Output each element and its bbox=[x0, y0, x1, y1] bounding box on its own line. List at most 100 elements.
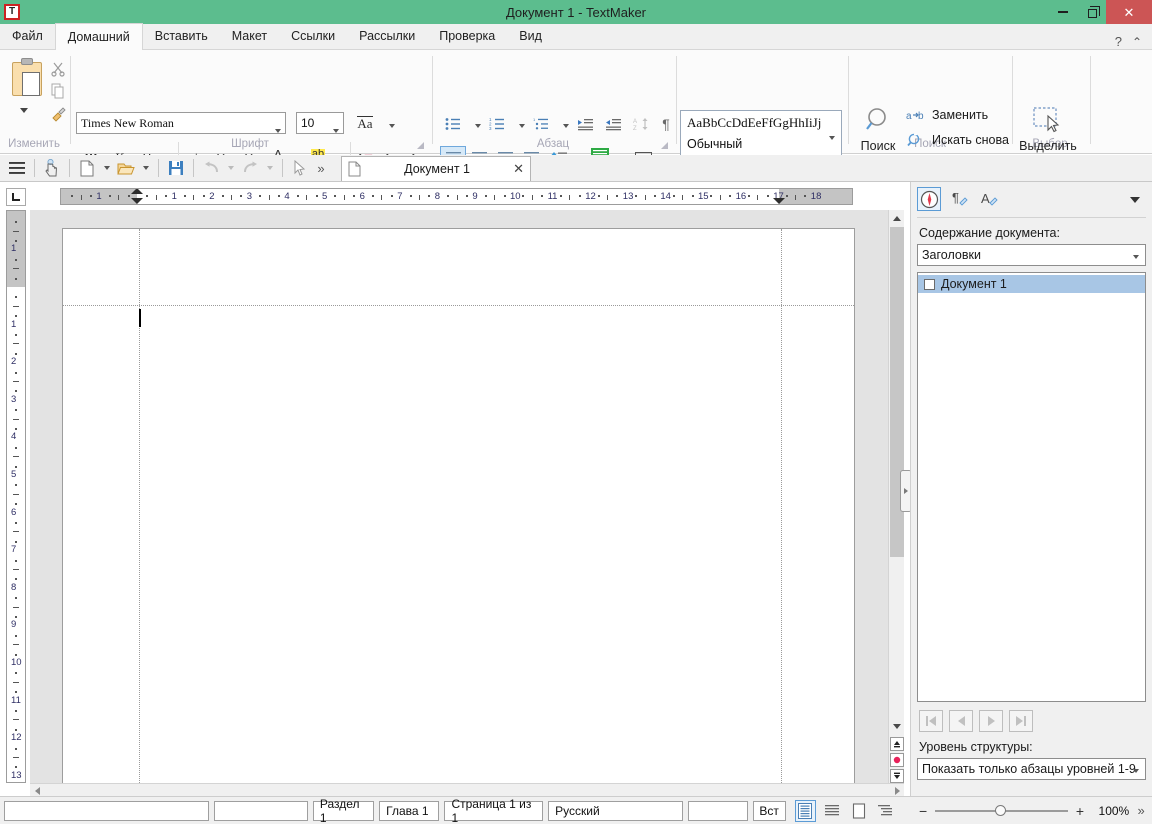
open-document-button[interactable] bbox=[115, 157, 137, 179]
ruler-tick bbox=[15, 371, 17, 374]
font-size-combobox[interactable]: 10 bbox=[296, 112, 344, 134]
navigation-compass-icon[interactable] bbox=[917, 187, 941, 211]
tab-stop-selector[interactable] bbox=[6, 188, 26, 206]
document-outline-tree[interactable]: Документ 1 bbox=[917, 272, 1146, 702]
menu-button[interactable] bbox=[6, 157, 28, 179]
outline-previous-button[interactable] bbox=[949, 710, 973, 732]
select-browse-object-button[interactable] bbox=[890, 753, 904, 767]
status-field-2[interactable] bbox=[214, 800, 308, 821]
tab-view[interactable]: Вид bbox=[507, 23, 554, 49]
document-content-select[interactable]: Заголовки bbox=[917, 244, 1146, 266]
view-normal-button[interactable] bbox=[821, 800, 843, 822]
zoom-slider-knob[interactable] bbox=[995, 805, 1007, 816]
horizontal-ruler[interactable]: 1 1 2 3 4 5 6 7 8 9 10 11 12 13 14 15 16 17 18 bbox=[60, 188, 853, 205]
numbering-button[interactable]: 1 2 3 bbox=[484, 112, 510, 136]
tab-file[interactable]: Файл bbox=[0, 23, 55, 49]
ruler-tick bbox=[757, 195, 759, 200]
collapse-ribbon-button[interactable]: ⌃ bbox=[1132, 35, 1142, 49]
undo-dropdown[interactable] bbox=[224, 157, 237, 179]
horizontal-scrollbar[interactable] bbox=[30, 783, 904, 797]
pointer-button[interactable] bbox=[289, 157, 311, 179]
document-tab-close-icon[interactable]: ✕ bbox=[513, 161, 524, 177]
zoom-percentage[interactable]: 100% bbox=[1092, 804, 1130, 818]
character-style-icon[interactable]: A bbox=[977, 187, 1001, 211]
outline-last-button[interactable] bbox=[1009, 710, 1033, 732]
cut-button[interactable] bbox=[46, 58, 70, 80]
tab-references[interactable]: Ссылки bbox=[279, 23, 347, 49]
previous-page-button[interactable] bbox=[890, 737, 904, 751]
tab-mailings[interactable]: Рассылки bbox=[347, 23, 427, 49]
find-button[interactable]: Поиск bbox=[856, 106, 900, 153]
ruler-tick bbox=[522, 195, 525, 197]
tree-item-checkbox[interactable] bbox=[924, 278, 935, 290]
show-formatting-marks-button[interactable]: ¶ bbox=[654, 112, 678, 136]
status-section[interactable]: Раздел 1 bbox=[312, 797, 375, 824]
zoom-slider[interactable] bbox=[935, 804, 1069, 818]
multilevel-list-button[interactable]: 1 bbox=[528, 112, 554, 136]
qat-overflow-button[interactable]: » bbox=[313, 157, 329, 179]
next-page-button[interactable] bbox=[890, 769, 904, 783]
first-line-indent-marker[interactable] bbox=[131, 189, 143, 194]
status-language[interactable]: Русский bbox=[548, 800, 684, 821]
right-indent-marker[interactable] bbox=[773, 198, 785, 204]
replace-button[interactable]: a b Заменить bbox=[906, 108, 988, 122]
left-indent-marker[interactable] bbox=[131, 198, 143, 204]
view-page-layout-button[interactable] bbox=[794, 799, 817, 822]
font-name-combobox[interactable]: Times New Roman bbox=[76, 112, 286, 134]
status-page[interactable]: Страница 1 из 1 bbox=[444, 797, 544, 824]
document-canvas[interactable] bbox=[30, 210, 888, 783]
tab-review[interactable]: Проверка bbox=[427, 23, 507, 49]
document-tab[interactable]: Документ 1 ✕ bbox=[341, 156, 531, 181]
tab-insert[interactable]: Вставить bbox=[143, 23, 220, 49]
outline-level-select[interactable]: Показать только абзацы уровней 1-9 bbox=[917, 758, 1146, 780]
tree-item-document[interactable]: Документ 1 bbox=[918, 275, 1145, 293]
scroll-down-button[interactable] bbox=[889, 718, 905, 734]
outline-first-button[interactable] bbox=[919, 710, 943, 732]
ruler-tick bbox=[15, 747, 17, 750]
view-outline-button[interactable] bbox=[875, 800, 897, 822]
zoom-out-button[interactable]: − bbox=[916, 803, 930, 819]
status-insert-mode[interactable]: Вст bbox=[752, 800, 786, 821]
document-page[interactable] bbox=[62, 228, 855, 783]
redo-dropdown[interactable] bbox=[263, 157, 276, 179]
status-field-3[interactable] bbox=[688, 800, 748, 821]
scroll-up-button[interactable] bbox=[889, 210, 905, 226]
redo-button[interactable] bbox=[239, 157, 261, 179]
statusbar-overflow-button[interactable]: » bbox=[1134, 803, 1148, 818]
copy-button[interactable] bbox=[46, 80, 70, 102]
open-document-dropdown[interactable] bbox=[139, 157, 152, 179]
bullets-button[interactable] bbox=[440, 112, 466, 136]
close-button[interactable]: ✕ bbox=[1106, 0, 1152, 24]
decrease-indent-button[interactable] bbox=[600, 112, 626, 136]
paragraph-style-icon[interactable]: ¶ bbox=[947, 187, 971, 211]
paste-button[interactable] bbox=[8, 58, 48, 106]
vertical-ruler[interactable]: 1 1 2 3 4 5 6 7 8 9 10 11 12 13 bbox=[6, 210, 26, 783]
chevron-down-icon bbox=[333, 129, 339, 133]
minimize-button[interactable] bbox=[1048, 0, 1077, 24]
restore-button[interactable] bbox=[1077, 0, 1106, 24]
tab-layout[interactable]: Макет bbox=[220, 23, 279, 49]
touch-mode-button[interactable] bbox=[41, 157, 63, 179]
sidebar-menu-button[interactable] bbox=[1130, 192, 1140, 206]
increase-indent-button[interactable] bbox=[572, 112, 598, 136]
find-again-button[interactable]: Искать снова bbox=[906, 133, 1009, 147]
arrow-up-icon bbox=[893, 215, 901, 221]
change-case-button[interactable]: Aa bbox=[352, 112, 378, 136]
status-chapter[interactable]: Глава 1 bbox=[379, 800, 440, 821]
paste-dropdown-button[interactable] bbox=[20, 108, 28, 113]
view-reading-button[interactable] bbox=[848, 800, 870, 822]
outline-next-button[interactable] bbox=[979, 710, 1003, 732]
change-case-dropdown[interactable] bbox=[380, 114, 404, 138]
replace-icon: a b bbox=[906, 111, 924, 122]
undo-button[interactable] bbox=[200, 157, 222, 179]
save-button[interactable] bbox=[165, 157, 187, 179]
status-field-1[interactable] bbox=[4, 800, 210, 821]
help-button[interactable]: ? bbox=[1115, 34, 1122, 49]
zoom-in-button[interactable]: + bbox=[1073, 803, 1087, 819]
new-document-dropdown[interactable] bbox=[100, 157, 113, 179]
format-painter-button[interactable] bbox=[46, 102, 70, 124]
new-document-button[interactable] bbox=[76, 157, 98, 179]
ruler-number: 2 bbox=[11, 356, 17, 368]
sort-button[interactable]: AZ bbox=[628, 112, 654, 136]
tab-home[interactable]: Домашний bbox=[54, 23, 143, 50]
